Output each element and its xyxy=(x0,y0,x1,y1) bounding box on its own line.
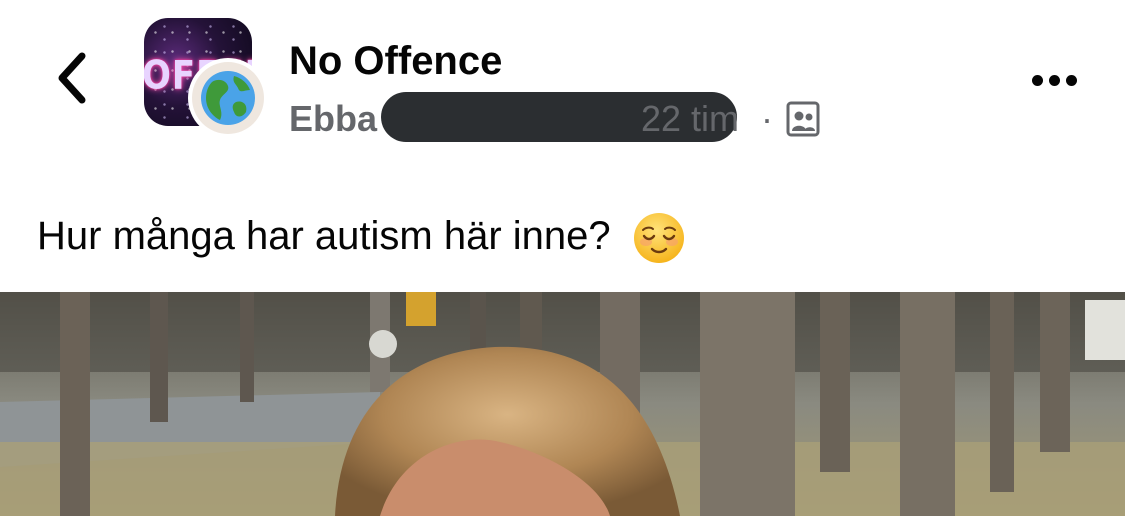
post-photo[interactable] xyxy=(0,292,1125,516)
post-text: Hur många har autism här inne? xyxy=(37,210,686,265)
globe-icon xyxy=(201,71,255,125)
photo-image xyxy=(0,292,1125,516)
more-dot-icon xyxy=(1048,74,1060,86)
more-dot-icon xyxy=(1065,74,1077,86)
back-button[interactable] xyxy=(44,48,100,108)
more-options-button[interactable] xyxy=(1022,60,1086,100)
post-header: OFFEN No Offence Ebba 22 tim · xyxy=(0,0,1125,180)
relieved-face-emoji-icon xyxy=(633,213,684,264)
post-body: Hur många har autism här inne? xyxy=(37,214,611,258)
more-dot-icon xyxy=(1031,74,1043,86)
chevron-left-icon xyxy=(58,52,86,104)
group-photo-icon xyxy=(786,101,820,137)
meta-separator: · xyxy=(761,98,773,139)
group-name[interactable]: No Offence xyxy=(289,38,502,84)
post-timestamp[interactable]: 22 tim xyxy=(641,96,739,142)
author-name[interactable]: Ebba xyxy=(289,96,377,142)
author-avatar[interactable] xyxy=(188,58,268,138)
